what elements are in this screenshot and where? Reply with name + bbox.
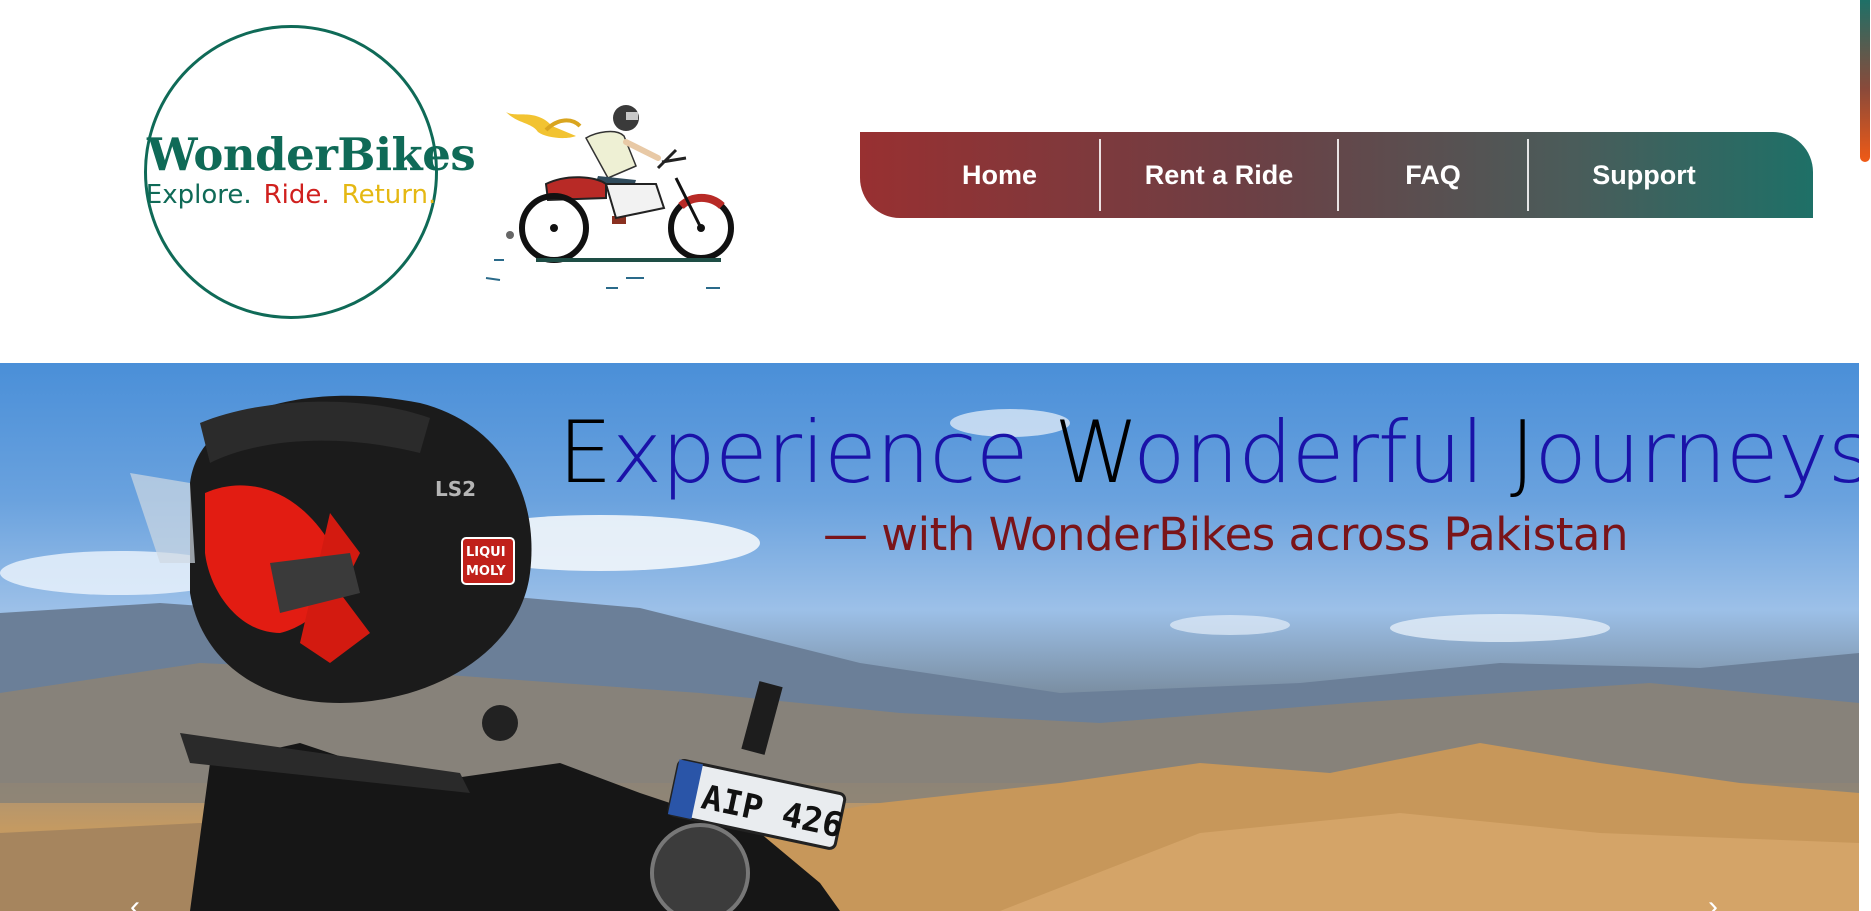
helmet-sticker-text: LIQUI xyxy=(466,545,506,560)
hero-title: Experience Wonderful Journeys xyxy=(558,403,1859,503)
nav-faq[interactable]: FAQ xyxy=(1339,139,1527,211)
hero-title-cap-2: W xyxy=(1053,403,1134,503)
hero-title-cap-3: J xyxy=(1509,403,1535,503)
hero-title-rest-2: onderful xyxy=(1132,403,1485,503)
nav-support[interactable]: Support xyxy=(1529,139,1759,211)
scrollbar-thumb[interactable] xyxy=(1860,0,1870,162)
hero-title-rest-1: xperience xyxy=(611,403,1028,503)
hero-title-cap-1: E xyxy=(558,403,612,503)
site-header: WonderBikes Explore. Ride. Return. Home … xyxy=(0,0,1871,363)
carousel-prev-arrow-icon[interactable]: ‹ xyxy=(130,892,154,911)
page: WonderBikes Explore. Ride. Return. Home … xyxy=(0,0,1871,911)
main-nav: Home Rent a Ride FAQ Support xyxy=(860,132,1813,218)
helmet-brand-text: LS2 xyxy=(435,477,476,501)
brand-name: WonderBikes xyxy=(147,128,476,181)
brand-tagline: Explore. Ride. Return. xyxy=(144,180,438,210)
carousel-next-arrow-icon[interactable]: › xyxy=(1708,892,1732,911)
hero-banner: AIP 426 LIQUI MOLY LS2 Experience Wonder… xyxy=(0,363,1859,911)
nav-home[interactable]: Home xyxy=(900,139,1099,211)
brand-logo[interactable]: WonderBikes Explore. Ride. Return. xyxy=(144,25,476,319)
tagline-return: Return. xyxy=(341,180,437,210)
svg-text:MOLY: MOLY xyxy=(466,564,506,579)
tagline-explore: Explore. xyxy=(145,180,252,210)
nav-rent-a-ride[interactable]: Rent a Ride xyxy=(1101,139,1337,211)
hero-subtitle: — with WonderBikes across Pakistan xyxy=(823,508,1629,561)
hero-title-rest-3: ourneys xyxy=(1534,403,1859,503)
scrollbar[interactable] xyxy=(1859,0,1871,911)
motorcycle-rider-illustration xyxy=(485,105,734,289)
tagline-ride: Ride. xyxy=(263,180,330,210)
